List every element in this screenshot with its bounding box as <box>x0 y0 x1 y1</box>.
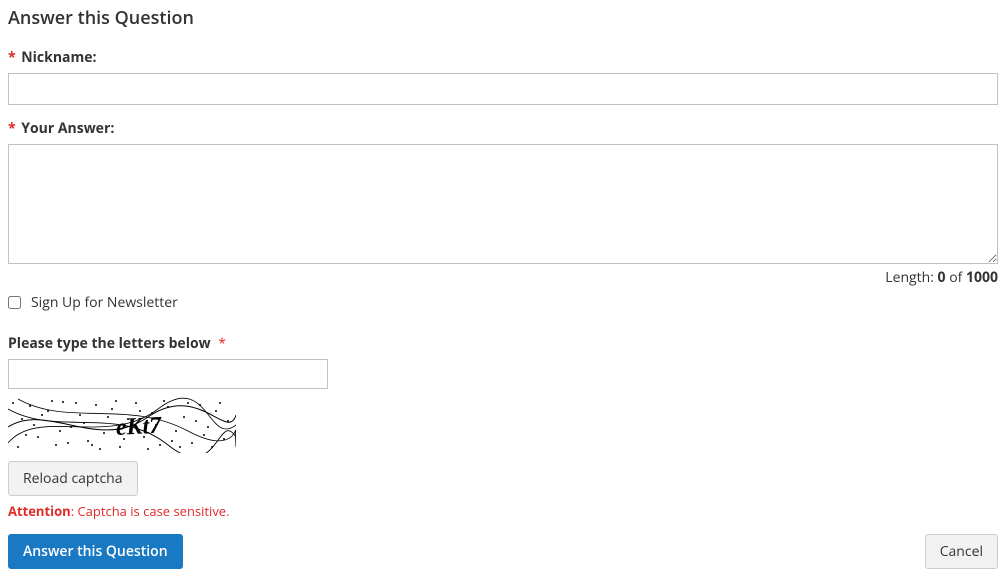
captcha-label: Please type the letters below * <box>8 334 998 353</box>
newsletter-checkbox[interactable] <box>8 296 21 309</box>
captcha-input[interactable] <box>8 359 328 389</box>
answer-label: * Your Answer: <box>8 119 998 138</box>
cancel-button[interactable]: Cancel <box>925 534 998 569</box>
length-current: 0 <box>938 268 946 287</box>
length-prefix: Length: <box>885 268 937 287</box>
length-separator: of <box>946 268 966 287</box>
required-star-icon: * <box>8 48 16 67</box>
captcha-label-text: Please type the letters below <box>8 334 211 353</box>
attention-label: Attention <box>8 502 71 520</box>
page-title: Answer this Question <box>8 6 998 30</box>
captcha-section: Please type the letters below * <box>8 334 998 520</box>
captcha-image: eKt7 <box>8 397 236 453</box>
attention-text: : Captcha is case sensitive. <box>71 502 230 520</box>
nickname-label: * Nickname: <box>8 48 998 67</box>
answer-field: * Your Answer: <box>8 119 998 264</box>
actions-row: Answer this Question Cancel <box>8 534 998 569</box>
reload-captcha-button[interactable]: Reload captcha <box>8 461 138 496</box>
submit-button[interactable]: Answer this Question <box>8 534 183 569</box>
captcha-attention: Attention: Captcha is case sensitive. <box>8 502 998 520</box>
length-max: 1000 <box>966 268 998 287</box>
svg-text:eKt7: eKt7 <box>115 413 163 441</box>
newsletter-row: Sign Up for Newsletter <box>8 293 998 312</box>
nickname-input[interactable] <box>8 73 998 105</box>
newsletter-label: Sign Up for Newsletter <box>31 293 178 312</box>
length-counter: Length: 0 of 1000 <box>8 268 998 287</box>
answer-label-text: Your Answer: <box>21 119 114 138</box>
nickname-label-text: Nickname: <box>21 48 96 67</box>
nickname-field: * Nickname: <box>8 48 998 105</box>
required-star-icon: * <box>218 334 226 353</box>
required-star-icon: * <box>8 119 16 138</box>
answer-textarea[interactable] <box>8 144 998 264</box>
